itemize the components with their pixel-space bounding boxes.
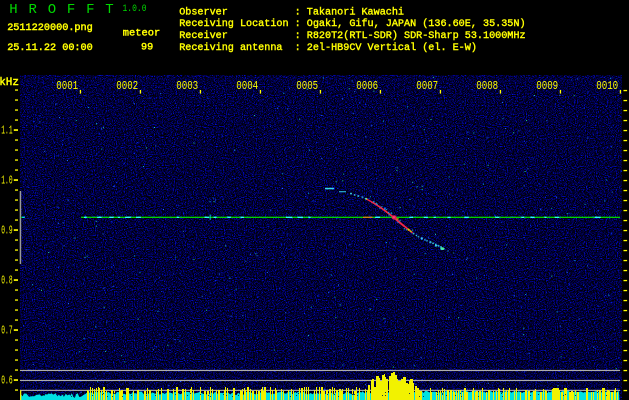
svg-text:meteor: meteor [123,28,160,40]
svg-text:0005: 0005 [296,80,318,93]
svg-text:1.0.0: 1.0.0 [123,4,147,15]
svg-text:0007: 0007 [416,80,438,93]
svg-text:1.1: 1.1 [1,125,12,138]
svg-text:Receiving antenna : 2el-HB9CV: Receiving antenna : 2el-HB9CV Vertical (… [179,42,477,54]
svg-text:0003: 0003 [176,80,198,93]
svg-text:Receiving Location : Ogaki, Gi: Receiving Location : Ogaki, Gifu, JAPAN … [179,18,525,30]
svg-text:0006: 0006 [356,80,378,93]
svg-text:kHz: kHz [0,77,19,89]
svg-text:0002: 0002 [116,80,138,93]
svg-text:25.11.22 00:00: 25.11.22 00:00 [7,43,93,54]
svg-text:0001: 0001 [56,80,78,93]
svg-text:0.9: 0.9 [1,225,12,238]
svg-text:2511220000.png: 2511220000.png [7,23,93,34]
svg-text:99: 99 [141,43,153,54]
svg-text:0.6: 0.6 [1,375,12,388]
svg-text:0008: 0008 [476,80,498,93]
svg-text:1.0: 1.0 [1,175,12,188]
svg-text:0.8: 0.8 [1,275,12,288]
svg-text:Receiver : R820T2(RT: Receiver : R820T2(RTL-SDR) SDR-Sharp 53.… [179,30,525,42]
svg-text:Observer : Takanori: Observer : Takanori Kawachi [179,6,404,18]
svg-text:HROFFT: HROFFT [9,2,124,18]
svg-text:0004: 0004 [236,80,258,93]
svg-text:0010: 0010 [596,80,618,93]
svg-text:0009: 0009 [536,80,558,93]
svg-text:0.7: 0.7 [1,325,12,338]
